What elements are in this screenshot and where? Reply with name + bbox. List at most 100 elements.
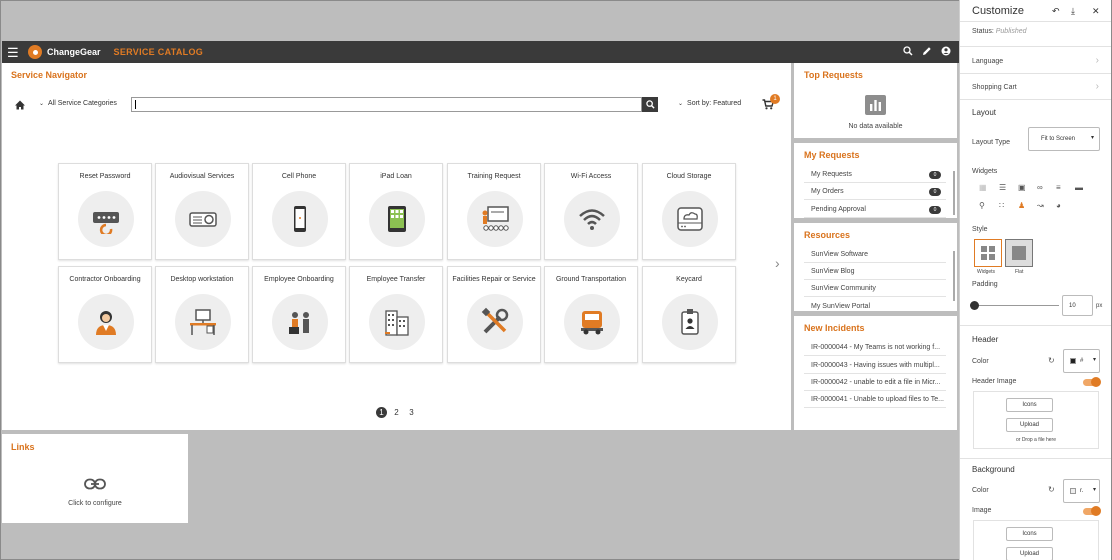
grid-widget-icon[interactable]: ▦ <box>979 183 987 192</box>
background-heading: Background <box>972 465 1015 474</box>
cart-count-badge: 1 <box>770 94 780 104</box>
search-icon[interactable] <box>903 46 913 59</box>
style-label: Style <box>972 226 988 233</box>
image-widget-icon[interactable]: ▣ <box>1018 183 1026 192</box>
section-title: SERVICE CATALOG <box>113 47 204 57</box>
service-tile[interactable]: Cell Phone <box>252 163 346 260</box>
style-option-widgets[interactable] <box>974 239 1002 267</box>
undo-icon[interactable]: ↶ <box>1052 6 1060 17</box>
mail-widget-icon[interactable]: ▬ <box>1075 183 1083 192</box>
incident-link[interactable]: IR-0000042 - unable to edit a file in Mi… <box>804 375 946 391</box>
resource-link[interactable]: SunView Blog <box>804 264 946 280</box>
background-upload-button[interactable]: Upload <box>1006 547 1053 560</box>
incident-link[interactable]: IR-0000041 - Unable to upload files to T… <box>804 392 946 408</box>
background-color-select[interactable]: r. ▾ <box>1063 479 1100 503</box>
pending-approval-link[interactable]: Pending Approval 0 <box>804 202 946 218</box>
divider <box>960 21 1111 22</box>
service-tile-label: Training Request <box>467 173 521 180</box>
header-upload-button[interactable]: Upload <box>1006 418 1053 432</box>
sort-dropdown[interactable]: ⌄ Sort by: Featured <box>678 100 741 107</box>
padding-slider-handle[interactable] <box>970 301 979 310</box>
top-requests-panel: Top Requests No data available <box>794 63 957 138</box>
count-badge: 0 <box>929 206 941 214</box>
header-color-value: # <box>1080 358 1084 364</box>
scrollbar[interactable] <box>953 251 955 301</box>
header-icons-button[interactable]: Icons <box>1006 398 1053 412</box>
chevron-right-icon[interactable]: › <box>775 255 780 271</box>
service-tile[interactable]: Cloud Storage <box>642 163 736 260</box>
padding-slider-track[interactable] <box>974 305 1059 306</box>
service-tile[interactable]: Employee Onboarding <box>252 266 346 363</box>
drop-hint: or Drop a file here <box>1015 437 1057 443</box>
reset-color-icon[interactable]: ↻ <box>1048 356 1055 365</box>
incident-link[interactable]: IR-0000044 - My Teams is not working f..… <box>804 340 946 356</box>
page-link[interactable]: 2 <box>391 407 402 418</box>
background-icons-button[interactable]: Icons <box>1006 527 1053 541</box>
reset-color-icon[interactable]: ↻ <box>1048 485 1055 494</box>
hamburger-menu-icon[interactable]: ☰ <box>7 46 19 59</box>
person-widget-icon[interactable]: ♟ <box>1018 201 1025 210</box>
buildings-icon <box>385 310 409 336</box>
background-image-toggle[interactable] <box>1083 506 1101 516</box>
header-image-dropzone[interactable]: Icons Upload or Drop a file here <box>973 391 1099 449</box>
search-input[interactable] <box>131 97 642 112</box>
panel-title: My Requests <box>804 150 860 160</box>
category-dropdown[interactable]: ⌄ All Service Categories <box>39 100 117 107</box>
panel-title: Top Requests <box>804 70 863 80</box>
service-tile[interactable]: Desktop workstation <box>155 266 249 363</box>
service-tile[interactable]: Audiovisual Services <box>155 163 249 260</box>
background-image-dropzone[interactable]: Icons Upload <box>973 520 1099 560</box>
divider <box>960 325 1111 326</box>
style-flat-label: Flat <box>1015 269 1024 275</box>
user-account-icon[interactable] <box>941 46 951 59</box>
edit-icon[interactable] <box>922 46 932 59</box>
globe-widget-icon[interactable]: ◕ <box>1056 201 1061 210</box>
style-option-flat[interactable] <box>1005 239 1033 267</box>
scrollbar[interactable] <box>953 171 955 215</box>
resource-link[interactable]: SunView Community <box>804 281 946 297</box>
header-color-select[interactable]: # ▾ <box>1063 349 1100 373</box>
service-navigator-panel: Service Navigator ⌄ All Service Categorie… <box>2 63 791 430</box>
links-panel[interactable]: Links Click to configure <box>2 434 188 523</box>
customize-panel: Customize ↶ ⤓ ✕ Status: Published Langua… <box>959 0 1111 560</box>
service-tile[interactable]: Training Request <box>447 163 541 260</box>
publish-icon[interactable]: ⤓ <box>1071 6 1075 17</box>
incident-link[interactable]: IR-0000043 - Having issues with multipl.… <box>804 358 946 374</box>
desktop-icon <box>190 309 216 335</box>
onboarding-icon <box>289 312 309 334</box>
language-setting[interactable]: Language <box>972 58 1003 65</box>
padding-input[interactable]: 10 <box>1062 295 1093 316</box>
my-requests-link[interactable]: My Requests 0 <box>804 167 946 183</box>
home-icon[interactable] <box>14 99 26 111</box>
shopping-cart-setting[interactable]: Shopping Cart <box>972 84 1017 91</box>
service-tile[interactable]: Ground Transportation <box>544 266 638 363</box>
list-widget-icon[interactable]: ☰ <box>999 183 1006 192</box>
layout-type-select[interactable]: Fit to Screen ▾ <box>1028 127 1100 151</box>
chevron-right-icon[interactable]: › <box>1096 55 1099 66</box>
brand-name: ChangeGear <box>47 47 101 57</box>
page-link[interactable]: 1 <box>376 407 387 418</box>
resource-link[interactable]: SunView Software <box>804 247 946 263</box>
resource-link[interactable]: My SunView Portal <box>804 299 946 311</box>
search-widget-icon[interactable]: ⚲ <box>979 201 985 210</box>
header-image-toggle[interactable] <box>1083 377 1101 387</box>
rows-widget-icon[interactable]: ≡ <box>1056 183 1061 192</box>
service-tile[interactable]: iPad Loan <box>349 163 443 260</box>
service-tile[interactable]: Wi-Fi Access <box>544 163 638 260</box>
service-tile[interactable]: Facilities Repair or Service <box>447 266 541 363</box>
icon-background <box>175 191 231 247</box>
apps-widget-icon[interactable]: ∷ <box>999 201 1004 210</box>
list-item-label: Pending Approval <box>811 206 866 213</box>
sort-label: Sort by: Featured <box>687 100 742 107</box>
search-button[interactable] <box>642 97 658 112</box>
service-tile[interactable]: Contractor Onboarding <box>58 266 152 363</box>
close-icon[interactable]: ✕ <box>1092 6 1100 17</box>
trend-widget-icon[interactable]: ↝ <box>1037 201 1044 210</box>
service-tile[interactable]: Reset Password <box>58 163 152 260</box>
service-tile[interactable]: Employee Transfer <box>349 266 443 363</box>
link-widget-icon[interactable]: ∞ <box>1037 183 1043 192</box>
page-link[interactable]: 3 <box>406 407 417 418</box>
my-orders-link[interactable]: My Orders 0 <box>804 184 946 200</box>
chevron-right-icon[interactable]: › <box>1096 81 1099 92</box>
service-tile[interactable]: Keycard <box>642 266 736 363</box>
